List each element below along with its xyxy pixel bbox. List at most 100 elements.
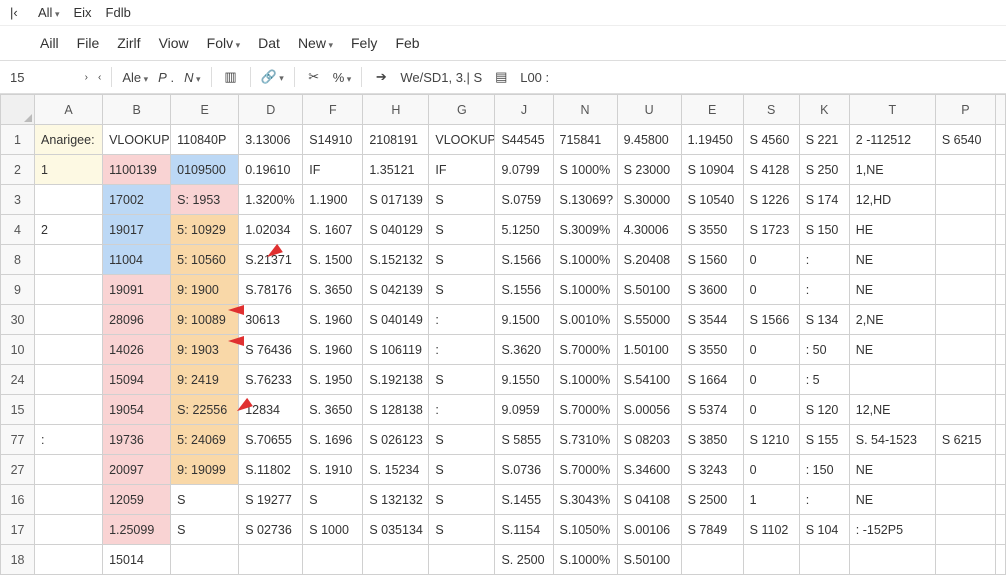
cell[interactable] — [995, 515, 1005, 545]
cell[interactable]: S: 22556 — [171, 395, 239, 425]
cell[interactable]: S 1000% — [553, 155, 617, 185]
cell[interactable]: 1,NE — [849, 155, 935, 185]
cell[interactable]: 9.1500 — [495, 305, 553, 335]
cell[interactable] — [995, 395, 1005, 425]
cell[interactable]: 19736 — [103, 425, 171, 455]
cell[interactable]: 19091 — [103, 275, 171, 305]
cell[interactable]: S.0736 — [495, 455, 553, 485]
cell[interactable] — [35, 365, 103, 395]
cell[interactable]: 9: 10089 — [171, 305, 239, 335]
cell[interactable]: S.20408 — [617, 245, 681, 275]
cell[interactable] — [743, 545, 799, 575]
cell[interactable]: S 3600 — [681, 275, 743, 305]
cell[interactable]: S.0759 — [495, 185, 553, 215]
cell[interactable]: S.76233 — [239, 365, 303, 395]
cell[interactable]: S.1556 — [495, 275, 553, 305]
cell[interactable] — [995, 125, 1005, 155]
cell[interactable]: S.7000% — [553, 395, 617, 425]
cell[interactable]: S. 3650 — [303, 275, 363, 305]
cell[interactable] — [935, 275, 995, 305]
cell[interactable] — [849, 545, 935, 575]
cell[interactable]: S.192138 — [363, 365, 429, 395]
cell[interactable] — [35, 335, 103, 365]
cell[interactable]: S 2500 — [681, 485, 743, 515]
cell[interactable]: S 134 — [799, 305, 849, 335]
col-header[interactable]: K — [799, 95, 849, 125]
cell[interactable]: VLOOKUP — [429, 125, 495, 155]
cell[interactable]: S 221 — [799, 125, 849, 155]
cell[interactable]: 715841 — [553, 125, 617, 155]
cell[interactable]: NE — [849, 275, 935, 305]
cell[interactable]: S 040149 — [363, 305, 429, 335]
cell[interactable]: S.3620 — [495, 335, 553, 365]
cell[interactable]: : — [35, 425, 103, 455]
menu-feb[interactable]: Feb — [395, 35, 419, 51]
cell[interactable]: S 1560 — [681, 245, 743, 275]
border-icon[interactable]: ▥ — [222, 69, 240, 85]
cell[interactable] — [681, 545, 743, 575]
cell[interactable]: : — [799, 485, 849, 515]
select-all-corner[interactable] — [1, 95, 35, 125]
cell[interactable] — [303, 545, 363, 575]
cell[interactable] — [995, 545, 1005, 575]
cell[interactable] — [995, 215, 1005, 245]
cell[interactable]: S 7849 — [681, 515, 743, 545]
cell[interactable]: S.00056 — [617, 395, 681, 425]
cell[interactable] — [935, 215, 995, 245]
cell[interactable]: S 02736 — [239, 515, 303, 545]
cell[interactable]: S 3850 — [681, 425, 743, 455]
cell[interactable] — [995, 275, 1005, 305]
row-header[interactable]: 4 — [1, 215, 35, 245]
row-header[interactable]: 18 — [1, 545, 35, 575]
format-n[interactable]: N — [184, 70, 200, 85]
cell[interactable]: S 6215 — [935, 425, 995, 455]
row-header[interactable]: 16 — [1, 485, 35, 515]
cell[interactable]: S. 1960 — [303, 335, 363, 365]
cell[interactable]: S.152132 — [363, 245, 429, 275]
cell[interactable]: S. 1607 — [303, 215, 363, 245]
cell[interactable]: : — [799, 245, 849, 275]
cell[interactable]: S 132132 — [363, 485, 429, 515]
cell[interactable]: 19017 — [103, 215, 171, 245]
cell[interactable]: : 5 — [799, 365, 849, 395]
cell[interactable]: S14910 — [303, 125, 363, 155]
cell[interactable] — [239, 545, 303, 575]
col-header[interactable]: G — [429, 95, 495, 125]
cell[interactable] — [35, 305, 103, 335]
cell[interactable]: 0 — [743, 365, 799, 395]
cell[interactable] — [35, 275, 103, 305]
col-header[interactable]: B — [103, 95, 171, 125]
cell[interactable]: 9: 19099 — [171, 455, 239, 485]
cell[interactable] — [935, 185, 995, 215]
cell[interactable]: Anarigee: — [35, 125, 103, 155]
namebox-back[interactable]: ‹ — [98, 72, 101, 83]
cell[interactable]: 12,NE — [849, 395, 935, 425]
cell[interactable]: S — [429, 455, 495, 485]
cell[interactable]: S 04108 — [617, 485, 681, 515]
cell[interactable]: S.3043% — [553, 485, 617, 515]
scissors-icon[interactable]: ✂ — [305, 69, 323, 85]
col-header[interactable]: U — [617, 95, 681, 125]
cell[interactable]: 14026 — [103, 335, 171, 365]
cell[interactable]: S 08203 — [617, 425, 681, 455]
cell[interactable]: 1.02034 — [239, 215, 303, 245]
cell[interactable] — [935, 515, 995, 545]
align-icon[interactable]: ▤ — [492, 69, 510, 85]
cell[interactable]: S 1723 — [743, 215, 799, 245]
cell[interactable]: 1.35121 — [363, 155, 429, 185]
cell[interactable]: 9.0959 — [495, 395, 553, 425]
cell[interactable]: S.1000% — [553, 365, 617, 395]
cell[interactable]: S 026123 — [363, 425, 429, 455]
cell[interactable]: S — [429, 515, 495, 545]
cell[interactable]: 2108191 — [363, 125, 429, 155]
cell[interactable]: : — [429, 335, 495, 365]
cell[interactable] — [935, 365, 995, 395]
cell[interactable] — [429, 545, 495, 575]
col-header[interactable]: T — [849, 95, 935, 125]
cell[interactable]: 1100139 — [103, 155, 171, 185]
cell[interactable]: S. 15234 — [363, 455, 429, 485]
col-header[interactable]: S — [743, 95, 799, 125]
cell[interactable]: 0 — [743, 395, 799, 425]
cell[interactable]: S — [303, 485, 363, 515]
cell[interactable]: 9.1550 — [495, 365, 553, 395]
